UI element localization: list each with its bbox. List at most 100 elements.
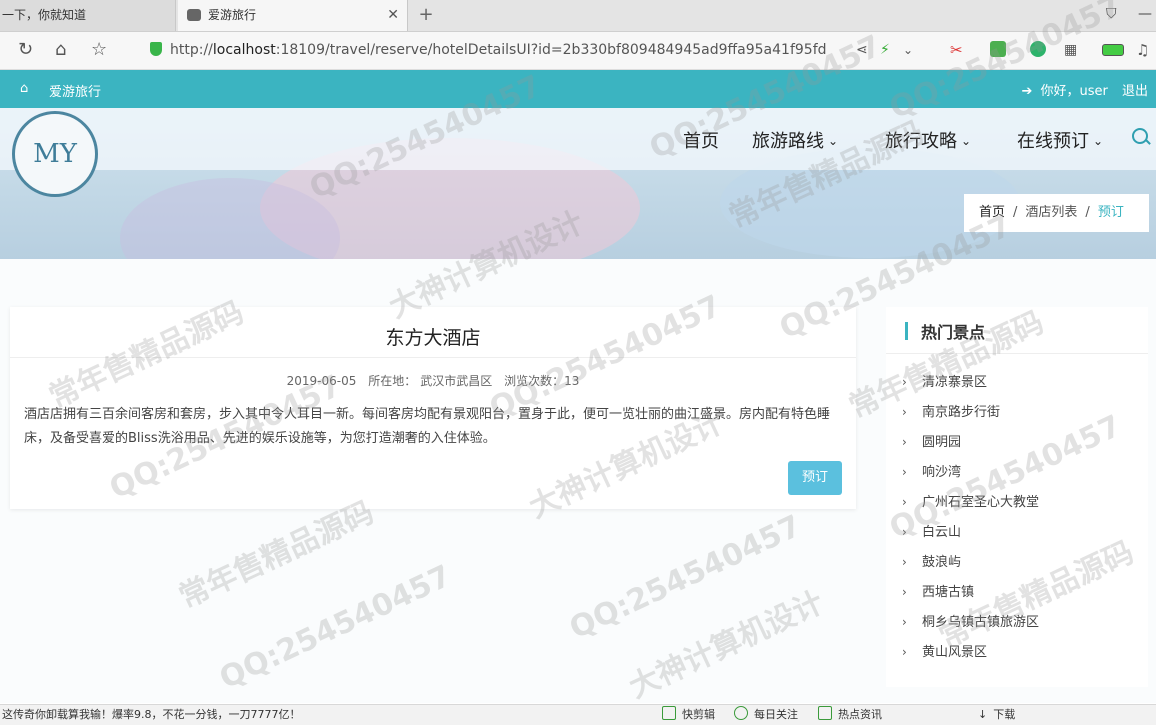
list-item[interactable]: › 响沙湾	[902, 461, 1039, 491]
list-item[interactable]: › 黄山风景区	[902, 641, 1039, 671]
logout-link[interactable]: 退出	[1122, 84, 1148, 99]
new-tab-button[interactable]: +	[414, 3, 438, 27]
list-item[interactable]: › 西塘古镇	[902, 581, 1039, 611]
breadcrumb-hotel-list[interactable]: 酒店列表	[1025, 205, 1077, 220]
list-item[interactable]: › 南京路步行街	[902, 401, 1039, 431]
attraction-name: 桐乡乌镇古镇旅游区	[922, 615, 1040, 630]
nav-guides[interactable]: 旅行攻略 ⌄	[885, 127, 971, 153]
secure-shield-icon	[150, 42, 162, 56]
chevron-right-icon: ›	[902, 525, 907, 539]
chevron-right-icon: ›	[902, 555, 907, 569]
chevron-down-icon: ⌄	[1093, 134, 1104, 148]
nav-home[interactable]: 首页	[683, 127, 719, 153]
attraction-name: 响沙湾	[922, 465, 962, 480]
tab-favicon-icon	[187, 9, 201, 21]
tab-title: 一下，你就知道	[2, 8, 87, 22]
views-label: 浏览次数：	[504, 374, 565, 388]
play-circle-icon	[734, 706, 748, 720]
nav-routes[interactable]: 旅游路线 ⌄	[752, 127, 838, 153]
list-item[interactable]: › 清凉寨景区	[902, 371, 1039, 401]
browser-tab-active[interactable]: 爱游旅行 ✕	[178, 0, 408, 31]
close-tab-icon[interactable]: ✕	[387, 0, 399, 31]
download-icon: ↓	[978, 708, 988, 721]
browser-status-bar: 这传奇你卸载算我输！爆率9.8，不花一分钱，一刀7777亿！ 快剪辑 每日关注 …	[0, 704, 1156, 725]
list-item[interactable]: › 鼓浪屿	[902, 551, 1039, 581]
reserve-button[interactable]: 预订	[788, 461, 842, 495]
chevron-right-icon: ›	[902, 435, 907, 449]
panel-title: 热门景点	[903, 319, 985, 343]
brand-link[interactable]: 爱游旅行	[49, 81, 101, 100]
attraction-name: 南京路步行街	[922, 405, 1001, 420]
home-icon[interactable]: ⌂	[20, 81, 28, 96]
minimize-icon[interactable]: —	[1138, 6, 1152, 22]
address-bar-row: ↻ ⌂ ☆ http://localhost:18109/travel/rese…	[0, 32, 1156, 70]
nav-label: 在线预订	[1017, 131, 1089, 152]
list-item[interactable]: › 广州石室圣心大教堂	[902, 491, 1039, 521]
breadcrumb-current: 预订	[1097, 205, 1124, 220]
list-item[interactable]: › 白云山	[902, 521, 1039, 551]
home-icon[interactable]: ⌂	[55, 40, 66, 60]
status-item-news[interactable]: 热点资讯	[818, 705, 882, 725]
lightning-icon[interactable]: ⚡	[880, 40, 890, 60]
breadcrumb-separator: /	[1013, 205, 1018, 220]
status-label: 下载	[993, 708, 1016, 721]
divider	[10, 357, 856, 358]
hotel-detail-card: 东方大酒店 2019-06-05 所在地： 武汉市武昌区 浏览次数：13 酒店店拥…	[10, 307, 856, 509]
video-clip-icon	[662, 706, 676, 720]
tab-title: 爱游旅行	[208, 8, 257, 22]
location-label: 所在地：	[368, 374, 417, 388]
hotel-date: 2019-06-05	[286, 374, 357, 388]
extension-icon[interactable]	[990, 41, 1006, 57]
chevron-down-icon: ⌄	[961, 134, 972, 148]
scissors-icon[interactable]: ✂	[950, 40, 963, 60]
url-field[interactable]: http://localhost:18109/travel/reserve/ho…	[150, 39, 850, 61]
hotel-views: 13	[564, 374, 580, 388]
chevron-right-icon: ›	[902, 645, 907, 659]
url-path: :18109/travel/reserve/hotelDetailsUI?id=…	[275, 42, 827, 58]
user-area: ➔ 你好，user 退出	[1017, 80, 1148, 99]
news-icon	[818, 706, 832, 720]
chevron-right-icon: ›	[902, 375, 907, 389]
main-content: 东方大酒店 2019-06-05 所在地： 武汉市武昌区 浏览次数：13 酒店店拥…	[0, 259, 1156, 703]
star-icon[interactable]: ☆	[91, 40, 107, 60]
url-host: localhost	[212, 42, 276, 58]
url-prefix: http://	[170, 42, 213, 58]
attraction-name: 圆明园	[922, 435, 962, 450]
status-ticker[interactable]: 这传奇你卸载算我输！爆率9.8，不花一分钱，一刀7777亿！	[2, 705, 301, 725]
attraction-name: 清凉寨景区	[922, 375, 988, 390]
tshirt-skin-icon[interactable]: ⛉	[1106, 6, 1117, 22]
nav-label: 旅行攻略	[885, 131, 957, 152]
chevron-right-icon: ›	[902, 465, 907, 479]
hotel-location: 武汉市武昌区	[420, 374, 493, 388]
attractions-list: › 清凉寨景区 › 南京路步行街 › 圆明园 › 响沙湾 › 广州石室圣心大教堂 › 白云山…	[902, 371, 1039, 671]
browser-tab-baidu[interactable]: 一下，你就知道	[0, 0, 176, 31]
hotel-name: 东方大酒店	[385, 327, 481, 349]
attraction-name: 广州石室圣心大教堂	[922, 495, 1040, 510]
status-item-daily[interactable]: 每日关注	[734, 705, 798, 725]
chevron-down-icon[interactable]: ⌄	[903, 40, 913, 60]
hotel-description: 酒店店拥有三百余间客房和套房，步入其中令人耳目一新。每间客房均配有景观阳台，置身…	[24, 407, 831, 446]
apps-grid-icon[interactable]: ▦	[1064, 40, 1077, 60]
refresh-icon[interactable]: ↻	[18, 40, 33, 60]
status-label: 每日关注	[754, 708, 798, 721]
search-icon[interactable]	[1132, 128, 1148, 144]
chevron-right-icon: ›	[902, 615, 907, 629]
chevron-down-icon: ⌄	[828, 134, 839, 148]
attraction-name: 鼓浪屿	[922, 555, 962, 570]
headphones-icon[interactable]: ♫	[1136, 40, 1149, 60]
status-item-download[interactable]: ↓ 下载	[978, 705, 1015, 725]
breadcrumb-home[interactable]: 首页	[979, 205, 1005, 220]
extension-icon[interactable]	[1030, 41, 1046, 57]
nav-booking[interactable]: 在线预订 ⌄	[1017, 127, 1103, 153]
share-icon[interactable]: ⋖	[856, 40, 868, 60]
site-logo[interactable]: MY	[12, 111, 98, 197]
battery-icon	[1102, 44, 1124, 56]
login-icon: ➔	[1021, 84, 1033, 99]
list-item[interactable]: › 桐乡乌镇古镇旅游区	[902, 611, 1039, 641]
nav-label: 旅游路线	[752, 131, 824, 152]
status-item-quickclip[interactable]: 快剪辑	[662, 705, 715, 725]
chevron-right-icon: ›	[902, 585, 907, 599]
list-item[interactable]: › 圆明园	[902, 431, 1039, 461]
breadcrumb-separator: /	[1085, 205, 1090, 220]
logo-text: MY	[33, 139, 77, 169]
